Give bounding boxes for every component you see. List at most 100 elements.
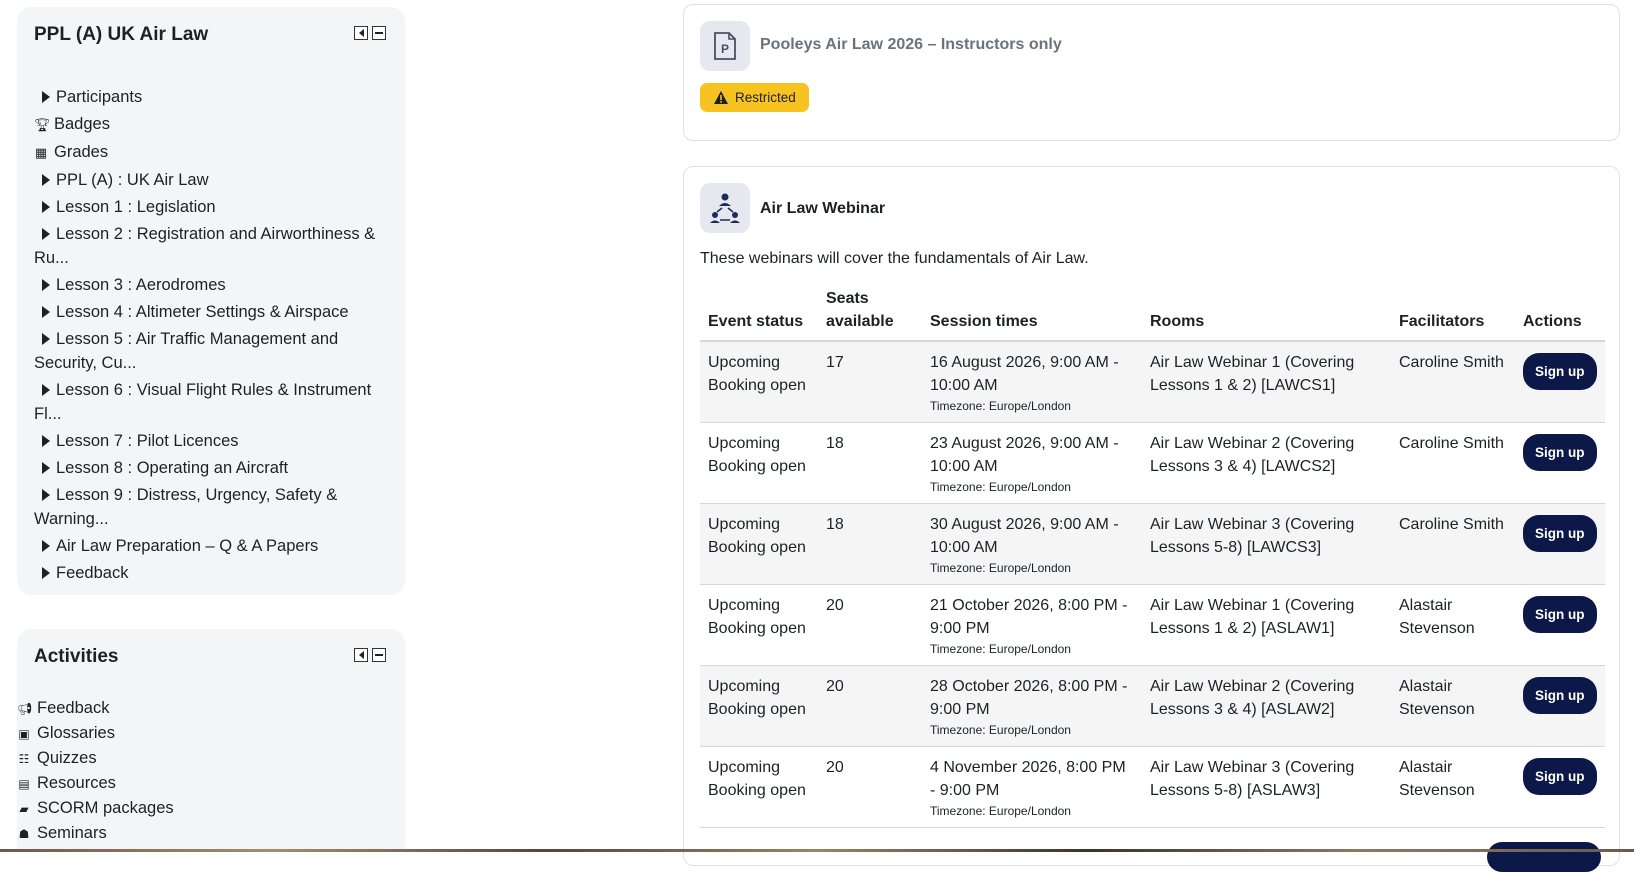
activity-seminars[interactable]: ☗ Seminars: [17, 822, 174, 845]
nav-item-feedback[interactable]: Feedback: [34, 561, 385, 585]
room-cell: Air Law Webinar 1 (Covering Lessons 1 & …: [1142, 341, 1391, 423]
file-icon: ▤: [18, 777, 30, 791]
table-row: Upcoming Booking open 20 28 October 2026,…: [700, 665, 1605, 747]
expand-arrow-icon: [42, 540, 50, 552]
header-session-times: Session times: [922, 287, 1142, 342]
session-time: 16 August 2026, 9:00 AM - 10:00 AM: [930, 354, 1119, 394]
nav-item-lesson-1[interactable]: Lesson 1 : Legislation: [34, 195, 385, 219]
room-cell: Air Law Webinar 2 (Covering Lessons 3 & …: [1142, 665, 1391, 747]
restricted-module-card: P Pooleys Air Law 2026 – Instructors onl…: [683, 4, 1620, 141]
sign-up-button[interactable]: Sign up: [1523, 757, 1597, 795]
nav-item-label: Lesson 2 : Registration and Airworthines…: [34, 225, 376, 267]
nav-item-lesson-4[interactable]: Lesson 4 : Altimeter Settings & Airspace: [34, 300, 385, 324]
action-cell: Sign up: [1515, 746, 1605, 828]
table-row: Upcoming Booking open 20 21 October 2026,…: [700, 584, 1605, 666]
nav-item-lesson-8[interactable]: Lesson 8 : Operating an Aircraft: [34, 456, 385, 480]
activity-label: Resources: [37, 774, 116, 792]
collapse-block-button[interactable]: [372, 648, 386, 662]
expand-arrow-icon: [42, 462, 50, 474]
booking-status-text: Booking open: [708, 781, 806, 799]
activity-glossaries[interactable]: ▣ Glossaries: [17, 722, 174, 745]
nav-item-lesson-9[interactable]: Lesson 9 : Distress, Urgency, Safety & W…: [34, 483, 385, 531]
expand-arrow-icon: [42, 333, 50, 345]
nav-item-grades[interactable]: ▦ Grades: [34, 140, 385, 165]
module-title[interactable]: Air Law Webinar: [760, 200, 885, 218]
event-status-cell: Upcoming Booking open: [700, 341, 818, 423]
sign-up-button[interactable]: Sign up: [1523, 353, 1597, 390]
seminar-icon: ☗: [18, 827, 30, 841]
nav-item-label: Feedback: [56, 564, 129, 582]
status-text: Upcoming: [708, 354, 781, 371]
facilitator-cell: Alastair Stevenson: [1391, 584, 1515, 666]
activity-quizzes[interactable]: ☷ Quizzes: [17, 747, 174, 770]
nav-item-lesson-5[interactable]: Lesson 5 : Air Traffic Management and Se…: [34, 327, 385, 375]
block-controls: [354, 26, 386, 40]
header-facilitators: Facilitators: [1391, 287, 1515, 342]
nav-item-participants[interactable]: Participants: [34, 85, 385, 109]
seats-cell: 17: [818, 341, 922, 423]
event-status-cell: Upcoming Booking open: [700, 746, 818, 828]
grades-icon: ▦: [34, 145, 48, 160]
nav-item-label: Badges: [54, 115, 110, 133]
session-time-cell: 4 November 2026, 8:00 PM - 9:00 PM Timezo…: [922, 746, 1142, 828]
glossary-icon: ▣: [18, 727, 30, 741]
activity-label: Feedback: [37, 699, 110, 717]
room-cell: Air Law Webinar 1 (Covering Lessons 1 & …: [1142, 584, 1391, 666]
sign-up-button[interactable]: Sign up: [1523, 433, 1597, 471]
facilitator-cell: Caroline Smith: [1391, 341, 1515, 423]
collapse-block-button[interactable]: [372, 26, 386, 40]
session-time: 21 October 2026, 8:00 PM - 9:00 PM: [930, 596, 1128, 637]
module-title[interactable]: Pooleys Air Law 2026 – Instructors only: [760, 36, 1062, 54]
activities-list: 📢︎ Feedback ▣ Glossaries ☷ Quizzes ▤ Resourc…: [17, 697, 174, 847]
minus-icon: [375, 32, 383, 34]
activity-label: Seminars: [37, 824, 107, 842]
activity-feedback[interactable]: 📢︎ Feedback: [17, 697, 174, 720]
nav-item-label: Grades: [54, 143, 109, 161]
action-cell: Sign up: [1515, 503, 1605, 585]
header-seats-available: Seats available: [818, 287, 922, 342]
nav-item-lesson-6[interactable]: Lesson 6 : Visual Flight Rules & Instrum…: [34, 378, 385, 426]
svg-text:P: P: [721, 42, 729, 56]
facilitator-cell: Caroline Smith: [1391, 503, 1515, 585]
dock-left-icon: [358, 651, 364, 659]
session-time-cell: 21 October 2026, 8:00 PM - 9:00 PM Timezo…: [922, 584, 1142, 666]
webinar-card: Air Law Webinar These webinars will cove…: [683, 166, 1620, 872]
expand-arrow-icon: [42, 228, 50, 240]
nav-item-course[interactable]: PPL (A) : UK Air Law: [34, 168, 385, 192]
status-text: Upcoming: [708, 515, 781, 533]
expand-arrow-icon: [42, 174, 50, 186]
dock-block-button[interactable]: [354, 26, 368, 40]
sign-up-button[interactable]: Sign up: [1523, 514, 1597, 552]
dock-block-button[interactable]: [354, 648, 368, 662]
badge-icon: 🏆︎: [34, 117, 51, 132]
nav-item-badges[interactable]: 🏆︎ Badges: [34, 112, 385, 137]
table-row: Upcoming Booking open 17 16 August 2026, …: [700, 341, 1605, 423]
nav-item-label: Lesson 1 : Legislation: [56, 198, 216, 216]
action-cell: Sign up: [1515, 422, 1605, 504]
table-row: Upcoming Booking open 18 30 August 2026, …: [700, 503, 1605, 585]
facilitator-cell: Caroline Smith: [1391, 422, 1515, 504]
activity-resources[interactable]: ▤ Resources: [17, 772, 174, 795]
session-time-cell: 23 August 2026, 9:00 AM - 10:00 AM Timezo…: [922, 422, 1142, 504]
nav-item-lesson-7[interactable]: Lesson 7 : Pilot Licences: [34, 429, 385, 453]
table-row: Upcoming Booking open 20 4 November 2026,…: [700, 746, 1605, 828]
status-text: Upcoming: [708, 596, 781, 614]
sign-up-button[interactable]: Sign up: [1523, 595, 1597, 633]
expand-arrow-icon: [42, 91, 50, 103]
timezone-text: Timezone: Europe/London: [930, 803, 1071, 818]
nav-item-qa-papers[interactable]: Air Law Preparation – Q & A Papers: [34, 534, 385, 558]
timezone-text: Timezone: Europe/London: [930, 399, 1071, 413]
page-icon: P: [700, 21, 750, 71]
partial-sign-up-button[interactable]: [1487, 842, 1601, 872]
expand-arrow-icon: [42, 306, 50, 318]
booking-status-text: Booking open: [708, 457, 806, 475]
session-time: 4 November 2026, 8:00 PM - 9:00 PM: [930, 758, 1126, 799]
activity-label: Quizzes: [37, 749, 97, 767]
nav-item-lesson-3[interactable]: Lesson 3 : Aerodromes: [34, 273, 385, 297]
nav-item-lesson-2[interactable]: Lesson 2 : Registration and Airworthines…: [34, 222, 385, 270]
sign-up-button[interactable]: Sign up: [1523, 676, 1597, 714]
block-controls: [354, 648, 386, 662]
action-cell: Sign up: [1515, 341, 1605, 423]
seats-cell: 20: [818, 665, 922, 747]
activity-scorm[interactable]: ▰ SCORM packages: [17, 797, 173, 820]
